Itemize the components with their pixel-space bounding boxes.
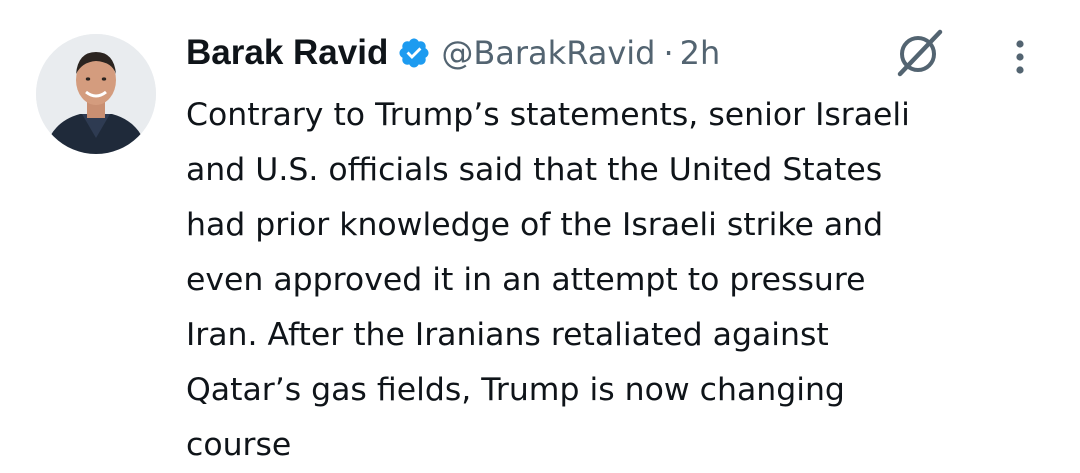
tweet-header: Barak Ravid @BarakRavid · 2h bbox=[186, 26, 720, 80]
profile-photo bbox=[36, 34, 156, 154]
avatar[interactable] bbox=[36, 34, 156, 154]
grok-icon[interactable] bbox=[892, 28, 948, 78]
tweet-text-line: Iran. After the Iranians retaliated agai… bbox=[186, 317, 829, 353]
tweet-text-line: Contrary to Trump’s statements, senior I… bbox=[186, 97, 910, 133]
timestamp[interactable]: 2h bbox=[680, 34, 721, 72]
separator-dot: · bbox=[663, 34, 674, 72]
verified-badge-icon[interactable] bbox=[397, 36, 431, 70]
more-options-icon[interactable] bbox=[1010, 38, 1030, 78]
tweet-text-line: Qatar’s gas fields, Trump is now changin… bbox=[186, 372, 845, 408]
tweet-text: Contrary to Trump’s statements, senior I… bbox=[186, 88, 1066, 473]
tweet-text-line: even approved it in an attempt to pressu… bbox=[186, 262, 866, 298]
tweet-text-line: and U.S. officials said that the United … bbox=[186, 152, 883, 188]
tweet-text-line: course bbox=[186, 427, 292, 463]
tweet-text-line: had prior knowledge of the Israeli strik… bbox=[186, 207, 884, 243]
tweet[interactable]: Barak Ravid @BarakRavid · 2h Contrary to… bbox=[0, 0, 1080, 468]
author-display-name[interactable]: Barak Ravid bbox=[186, 33, 388, 73]
author-handle[interactable]: @BarakRavid bbox=[441, 34, 655, 72]
